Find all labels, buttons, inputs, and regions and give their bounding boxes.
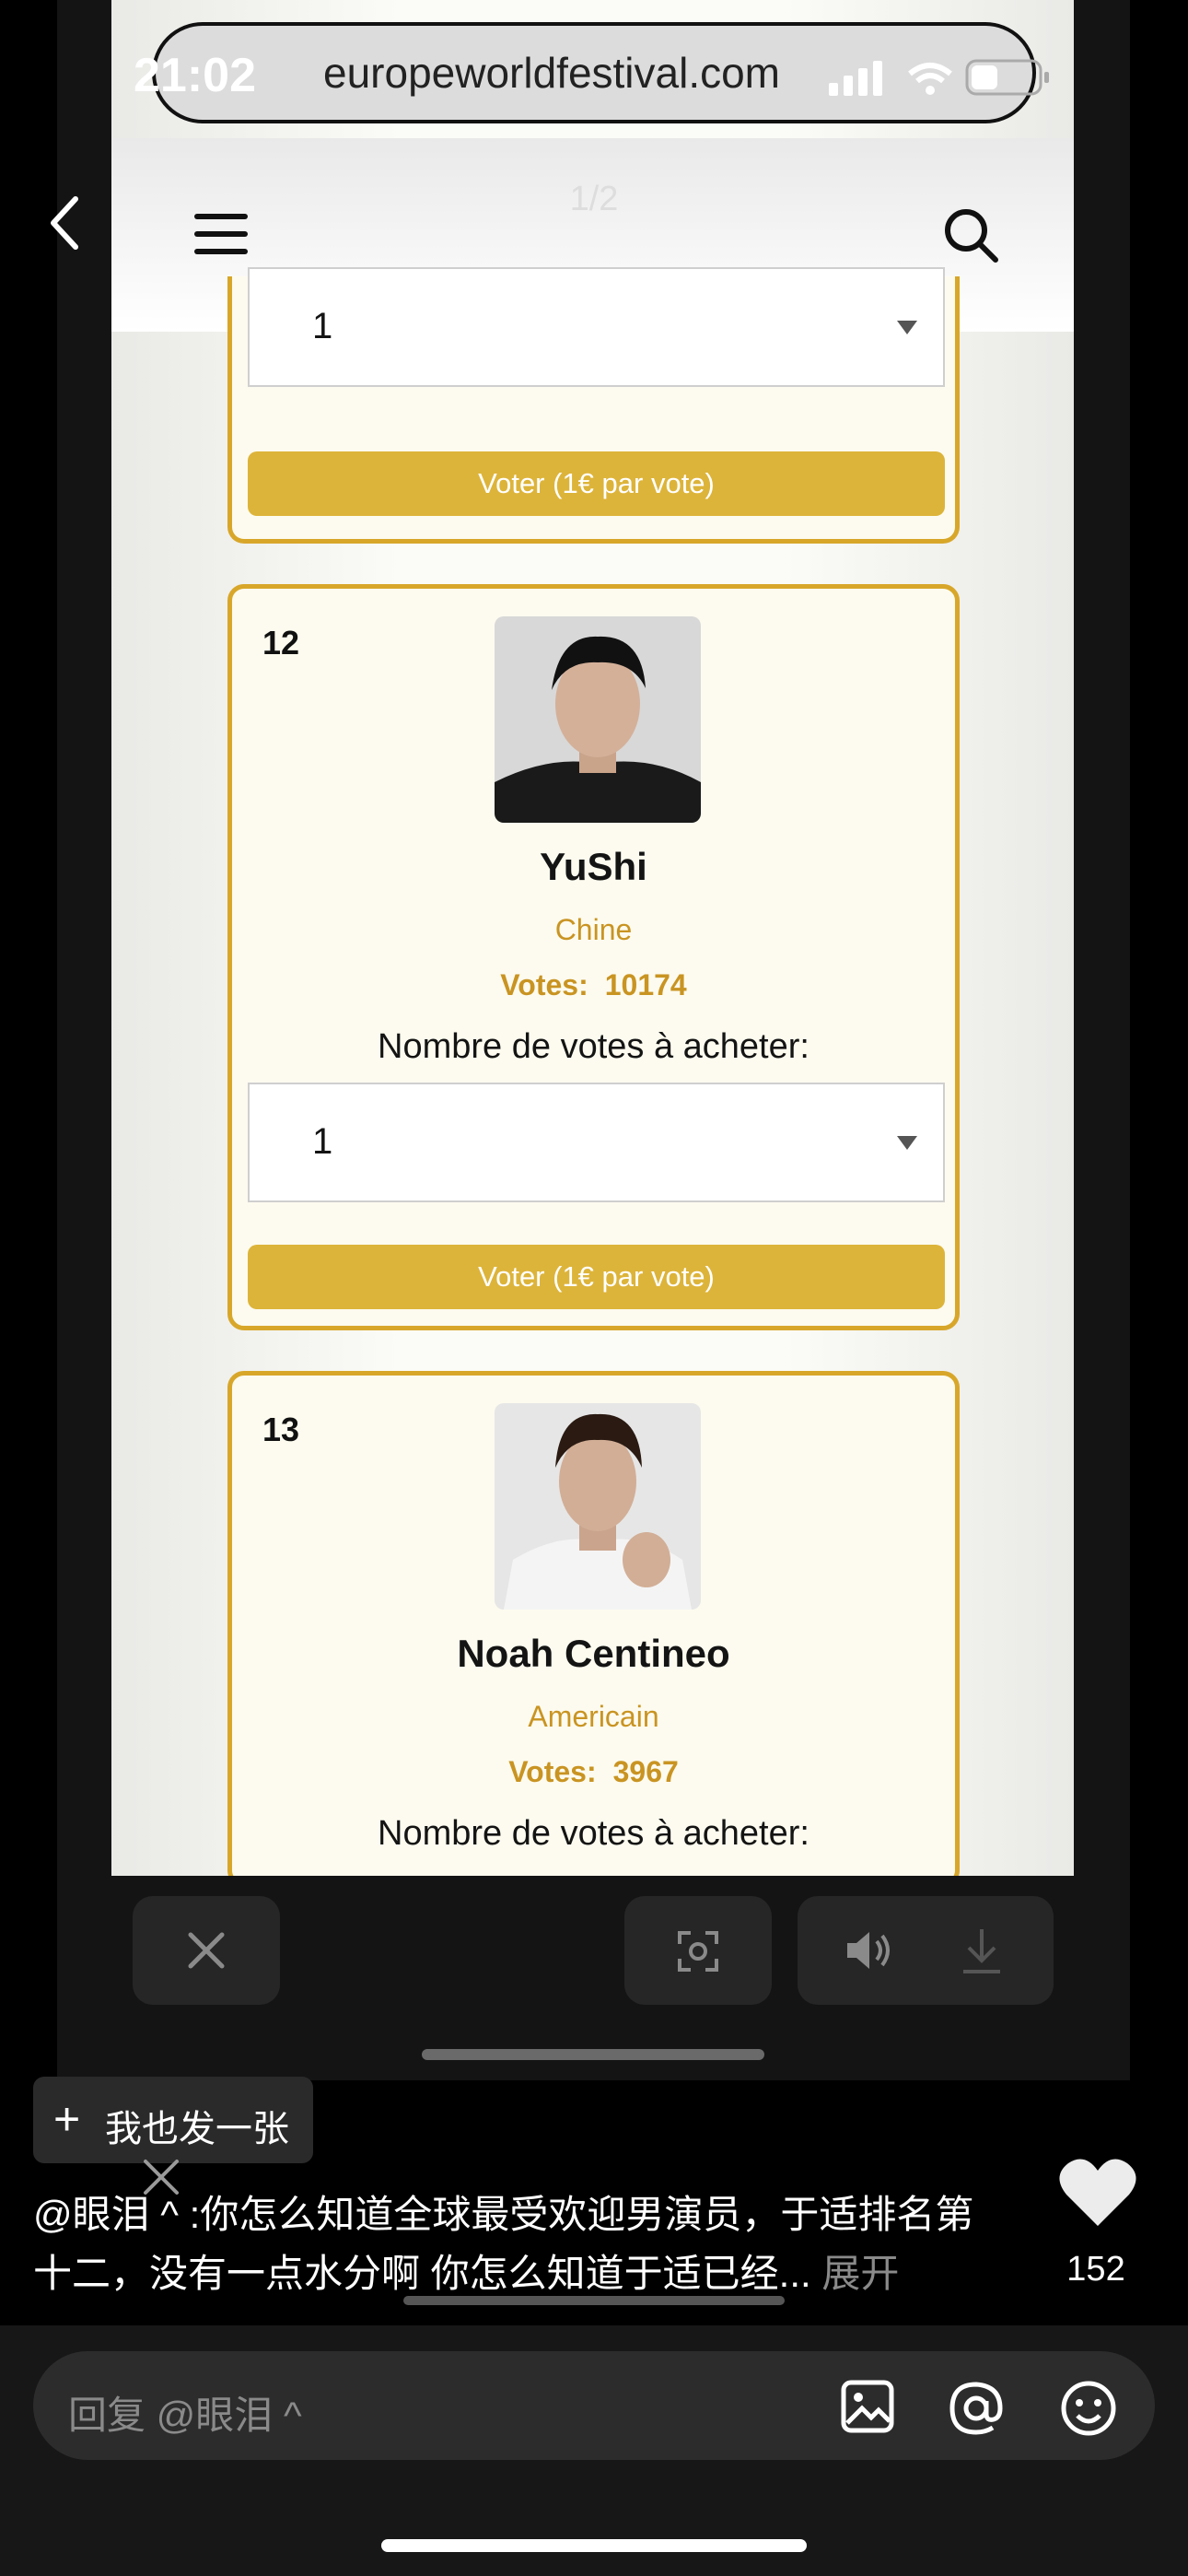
vote-total: Votes: 10174: [500, 968, 687, 1001]
post-one-too-button[interactable]: + 我也发一张: [33, 2077, 313, 2163]
viewer-handle: [422, 2049, 764, 2060]
expand-link[interactable]: 展开: [821, 2252, 899, 2295]
vote-button[interactable]: Voter (1€ par vote): [248, 451, 945, 516]
close-icon: [188, 1932, 225, 1969]
candidate-card: 1 Voter (1€ par vote): [227, 267, 960, 544]
speaker-icon[interactable]: [844, 1927, 895, 1973]
vote-count-select[interactable]: 1: [248, 267, 945, 387]
like-count: 152: [1066, 2250, 1125, 2289]
candidate-photo: [495, 1403, 701, 1610]
scroll-indicator: [403, 2296, 785, 2305]
status-time: 21:02: [134, 49, 256, 102]
rank-number: 13: [262, 1411, 300, 1448]
download-icon[interactable]: [960, 1926, 1004, 1975]
candidate-card: 12 YuShi Chine Votes: 10174 Nombre de vot…: [227, 584, 960, 1330]
candidate-name: YuShi: [540, 845, 647, 888]
vote-count-select[interactable]: 1: [248, 1083, 945, 1202]
plus-icon: +: [53, 2093, 81, 2145]
screenshot-image[interactable]: europeworldfestival.com 1 Voter (1€ par …: [111, 0, 1074, 1876]
candidate-card: 13 Noah Centineo Americain Votes: 3967 No…: [227, 1371, 960, 1876]
scan-button[interactable]: [624, 1896, 772, 2005]
votes-to-buy-label: Nombre de votes à acheter:: [378, 1027, 809, 1066]
rank-number: 12: [262, 624, 300, 662]
scan-icon: [678, 1931, 718, 1972]
status-icons: [829, 59, 1049, 96]
chevron-down-icon: [897, 1136, 917, 1150]
emoji-icon[interactable]: [1059, 2379, 1118, 2438]
candidate-country: Chine: [554, 913, 633, 946]
comment-caption: @眼泪 ^ :你怎么知道全球最受欢迎男演员，于适排名第十二，没有一点水分啊 你怎…: [33, 2193, 974, 2295]
chevron-down-icon: [897, 321, 917, 334]
image-icon[interactable]: [840, 2379, 895, 2434]
candidate-name: Noah Centineo: [457, 1632, 730, 1675]
page-counter: 1/2: [569, 180, 619, 218]
home-indicator: [381, 2539, 807, 2552]
close-button[interactable]: [133, 1896, 280, 2005]
vote-button[interactable]: Voter (1€ par vote): [248, 1245, 945, 1309]
candidate-photo: [495, 616, 701, 823]
mention-icon[interactable]: [947, 2379, 1006, 2438]
vote-total: Votes: 3967: [508, 1755, 679, 1788]
candidate-country: Americain: [528, 1700, 659, 1733]
heart-icon[interactable]: [1057, 2156, 1138, 2230]
menu-icon: [194, 214, 248, 254]
votes-to-buy-label: Nombre de votes à acheter:: [378, 1814, 809, 1853]
url-text: europeworldfestival.com: [323, 49, 781, 97]
media-controls: [798, 1896, 1054, 2005]
